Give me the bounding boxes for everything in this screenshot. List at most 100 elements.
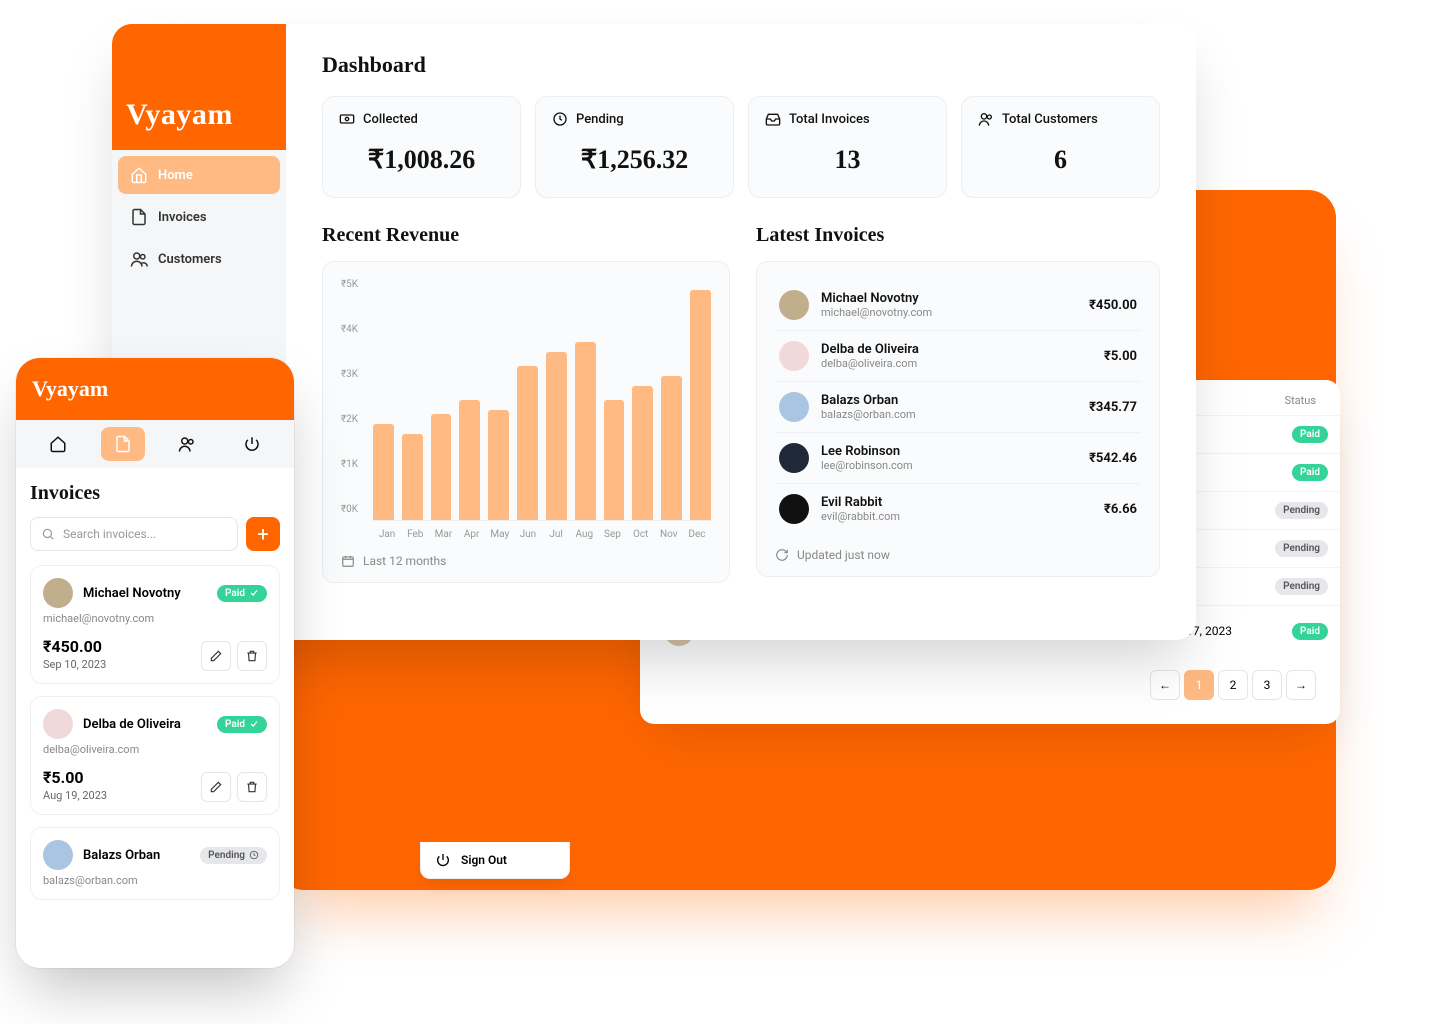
card-pending: Pending ₹1,256.32 xyxy=(535,96,734,198)
card-total-customers: Total Customers 6 xyxy=(961,96,1160,198)
list-item[interactable]: Delba de Oliveiradelba@oliveira.com₹5.00 xyxy=(775,331,1141,382)
avatar xyxy=(779,443,809,473)
list-item[interactable]: Evil Rabbitevil@rabbit.com₹6.66 xyxy=(775,484,1141,534)
pagination: ← 1 2 3 → xyxy=(640,656,1340,700)
list-item[interactable]: Delba de Oliveira Paid delba@oliveira.com… xyxy=(30,696,280,815)
latest-invoices: Michael Novotnymichael@novotny.com ₹450.0… xyxy=(756,261,1160,577)
status-badge: Paid xyxy=(1292,464,1328,481)
status-badge: Paid xyxy=(217,716,267,733)
brand-logo[interactable]: Vyayam xyxy=(16,358,294,420)
edit-button[interactable] xyxy=(201,772,231,802)
customer-name: Delba de Oliveira xyxy=(821,342,1092,357)
customer-email: lee@robinson.com xyxy=(821,459,1077,472)
chart-bar xyxy=(604,400,625,520)
customer-email: delba@oliveira.com xyxy=(821,357,1092,370)
document-icon xyxy=(130,208,148,226)
document-icon xyxy=(114,435,132,453)
add-invoice-button[interactable]: + xyxy=(246,517,280,551)
chart-bar xyxy=(632,386,653,520)
delete-button[interactable] xyxy=(237,641,267,671)
avatar xyxy=(43,578,73,608)
customer-name: Balazs Orban xyxy=(821,393,1077,408)
page-next[interactable]: → xyxy=(1286,670,1316,700)
customer-name: Evil Rabbit xyxy=(821,495,1092,510)
revenue-chart: ₹5K₹4K₹3K₹2K₹1K₹0K JanFebMarAprMayJunJul… xyxy=(322,261,730,583)
page-3[interactable]: 3 xyxy=(1252,670,1282,700)
chart-x-axis: JanFebMarAprMayJunJulAugSepOctNovDec xyxy=(341,521,711,540)
invoice-amount: ₹542.46 xyxy=(1089,451,1137,466)
main-content: Dashboard Collected ₹1,008.26 Pending ₹1… xyxy=(286,24,1196,640)
edit-button[interactable] xyxy=(201,641,231,671)
page-2[interactable]: 2 xyxy=(1218,670,1248,700)
customer-name: Delba de Oliveira xyxy=(83,717,207,732)
card-total-invoices: Total Invoices 13 xyxy=(748,96,947,198)
signout-label: Sign Out xyxy=(461,853,507,867)
card-value: ₹1,008.26 xyxy=(339,145,504,175)
sidebar-item-invoices[interactable]: Invoices xyxy=(118,198,280,236)
users-icon xyxy=(978,111,994,127)
status-badge: Pending xyxy=(1275,578,1328,595)
chart-bar xyxy=(459,400,480,520)
invoice-amount: ₹5.00 xyxy=(43,768,107,787)
refresh-icon xyxy=(775,548,789,562)
search-icon xyxy=(41,527,55,541)
mobile-preview: Vyayam Invoices Search invoices... + Mic… xyxy=(16,358,294,968)
status-badge: Paid xyxy=(1292,426,1328,443)
chart-bar xyxy=(373,424,394,520)
search-input[interactable]: Search invoices... xyxy=(30,517,238,551)
power-icon xyxy=(243,435,261,453)
search-placeholder: Search invoices... xyxy=(63,527,156,541)
signout-button[interactable]: Sign Out xyxy=(420,842,570,879)
chart-bars xyxy=(373,280,711,521)
list-item[interactable]: Lee Robinsonlee@robinson.com₹542.46 xyxy=(775,433,1141,484)
avatar xyxy=(779,341,809,371)
chart-bar xyxy=(431,414,452,520)
chart-bar xyxy=(488,410,509,520)
brand-logo[interactable]: Vyayam xyxy=(112,24,286,150)
invoice-amount: ₹450.00 xyxy=(1089,298,1137,313)
delete-button[interactable] xyxy=(237,772,267,802)
chart-bar xyxy=(517,366,538,520)
chart-y-axis: ₹5K₹4K₹3K₹2K₹1K₹0K xyxy=(341,280,373,521)
calendar-icon xyxy=(341,554,355,568)
list-item[interactable]: Michael Novotnymichael@novotny.com ₹450.0… xyxy=(775,280,1141,331)
list-item[interactable]: Michael NovotnyPaid michael@novotny.com₹… xyxy=(30,565,280,684)
sidebar-item-label: Customers xyxy=(158,252,222,267)
sidebar-item-label: Invoices xyxy=(158,210,207,225)
status-badge: Paid xyxy=(217,585,267,602)
sidebar-item-customers[interactable]: Customers xyxy=(118,240,280,278)
chart-bar xyxy=(546,352,567,520)
mobile-nav-customers[interactable] xyxy=(165,427,209,461)
customer-name: Michael Novotny xyxy=(821,291,1077,306)
latest-footer: Updated just now xyxy=(797,548,890,562)
status-badge: Paid xyxy=(1292,623,1328,640)
status-badge: Pending xyxy=(1275,502,1328,519)
list-item[interactable]: Balazs Orbanbalazs@orban.com₹345.77 xyxy=(775,382,1141,433)
page-1[interactable]: 1 xyxy=(1184,670,1214,700)
users-icon xyxy=(130,250,148,268)
chart-bar xyxy=(402,434,423,520)
users-icon xyxy=(178,435,196,453)
status-badge: Pending xyxy=(1275,540,1328,557)
invoice-amount: ₹345.77 xyxy=(1089,400,1137,415)
mobile-nav-invoices[interactable] xyxy=(101,427,145,461)
customer-name: Balazs Orban xyxy=(83,848,190,863)
sidebar-item-home[interactable]: Home xyxy=(118,156,280,194)
sidebar-item-label: Home xyxy=(158,168,193,183)
invoice-amount: ₹450.00 xyxy=(43,637,106,656)
card-collected: Collected ₹1,008.26 xyxy=(322,96,521,198)
mobile-nav-signout[interactable] xyxy=(230,427,274,461)
card-label: Collected xyxy=(363,112,418,127)
invoice-date: Aug 19, 2023 xyxy=(43,789,107,802)
card-label: Total Invoices xyxy=(789,112,870,127)
card-value: 13 xyxy=(765,145,930,175)
mobile-page-title: Invoices xyxy=(30,482,280,505)
list-item[interactable]: Balazs OrbanPending balazs@orban.com xyxy=(30,827,280,900)
page-prev[interactable]: ← xyxy=(1150,670,1180,700)
customer-email: delba@oliveira.com xyxy=(43,743,267,756)
clock-icon xyxy=(552,111,568,127)
customer-email: michael@novotny.com xyxy=(821,306,1077,319)
mobile-nav-home[interactable] xyxy=(36,427,80,461)
page-title: Dashboard xyxy=(322,52,1160,78)
home-icon xyxy=(130,166,148,184)
